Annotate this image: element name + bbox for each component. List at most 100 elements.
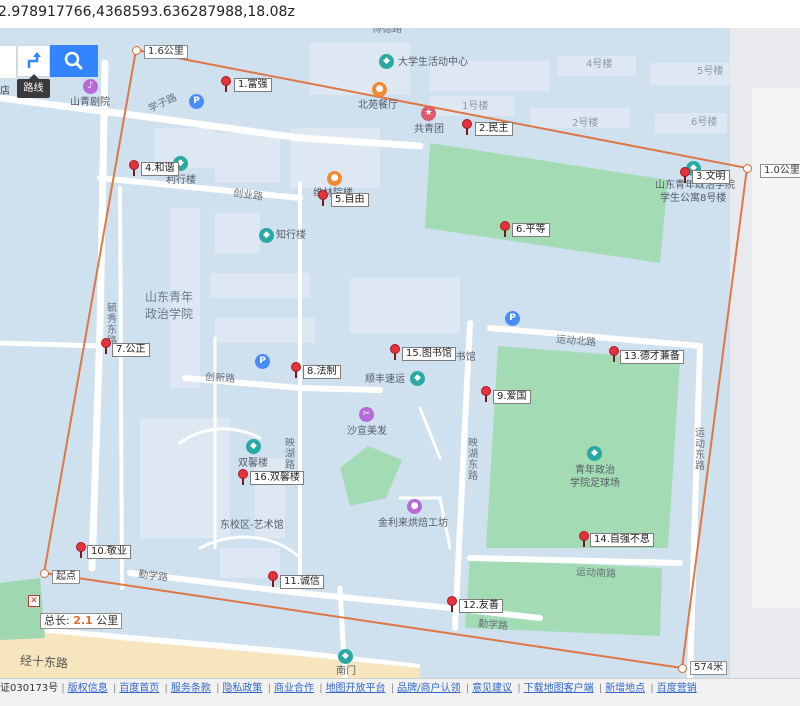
marker-label-12[interactable]: 12.友善 bbox=[459, 599, 503, 613]
stadium-label-line2: 学院足球场 bbox=[570, 478, 620, 489]
bakery-icon[interactable]: ● bbox=[407, 499, 422, 514]
green-patch-west bbox=[0, 578, 45, 640]
marker-label-5[interactable]: 5.自由 bbox=[331, 193, 369, 207]
building-label-4: 4号楼 bbox=[586, 59, 613, 70]
campus-name-line1: 山东青年 bbox=[145, 290, 194, 304]
marker-label-15[interactable]: 15.图书馆 bbox=[402, 347, 456, 361]
footer-link[interactable]: 下载地图客户端 bbox=[524, 683, 594, 694]
green-field-north bbox=[425, 143, 668, 263]
parking-icon[interactable]: P bbox=[189, 94, 204, 109]
footer-link[interactable]: 意见建议 bbox=[472, 683, 512, 694]
footer-link[interactable]: 隐私政策 bbox=[222, 683, 262, 694]
south-gate-label: 南门 bbox=[336, 666, 356, 677]
marker-label-10[interactable]: 10.敬业 bbox=[87, 545, 131, 559]
building-label-2: 2号楼 bbox=[572, 118, 599, 129]
map-canvas[interactable]: 1.6公里 1.0公里 574米 起点 1号楼 2号楼 4号楼 5号楼 6号楼 … bbox=[0, 28, 800, 678]
star-icon[interactable]: ★ bbox=[421, 106, 436, 121]
campus-name-line2: 政治学院 bbox=[145, 307, 194, 321]
start-label: 起点 bbox=[52, 570, 80, 584]
restaurant-icon[interactable]: ● bbox=[372, 82, 387, 97]
footer-license: 证030173号 bbox=[0, 683, 59, 694]
total-value: 2.1 bbox=[73, 614, 93, 627]
footer-link[interactable]: 版权信息 bbox=[68, 683, 108, 694]
building-label-1: 1号楼 bbox=[462, 101, 489, 112]
shuangxin-icon[interactable]: ◆ bbox=[246, 439, 261, 454]
route-total-length: 总长: 2.1 公里 bbox=[40, 613, 123, 629]
route-start-vertex[interactable] bbox=[40, 569, 49, 578]
marker-label-8[interactable]: 8.法制 bbox=[303, 365, 341, 379]
footer-link[interactable]: 地图开放平台 bbox=[326, 683, 386, 694]
student-center-icon[interactable]: ◆ bbox=[379, 54, 394, 69]
jingshi-road-band bbox=[0, 628, 420, 678]
road-label-yundong: 运动东路 bbox=[695, 428, 705, 472]
total-prefix: 总长: bbox=[44, 614, 70, 627]
green-patch-center bbox=[340, 446, 402, 506]
gate-icon[interactable]: ◆ bbox=[338, 649, 353, 664]
stadium-icon[interactable]: ◆ bbox=[587, 446, 602, 461]
theater-label: 山青剧院 bbox=[70, 97, 110, 108]
route-button[interactable] bbox=[17, 45, 50, 77]
route-vertex[interactable] bbox=[743, 164, 752, 173]
student-center-label: 大学生活动中心 bbox=[398, 57, 468, 68]
parking-icon[interactable]: P bbox=[505, 311, 520, 326]
route-vertex[interactable] bbox=[132, 46, 141, 55]
marker-label-11[interactable]: 11.诚信 bbox=[280, 575, 324, 589]
distance-label-2: 1.0公里 bbox=[760, 164, 800, 178]
marker-label-6[interactable]: 6.平等 bbox=[512, 223, 550, 237]
footer-link[interactable]: 百度营销 bbox=[657, 683, 697, 694]
zhixing-icon[interactable]: ◆ bbox=[259, 228, 274, 243]
route-arrow-icon bbox=[27, 52, 41, 68]
road-label-jingshi: 经十东路 bbox=[19, 653, 69, 671]
road-label-top: 博德路 bbox=[372, 28, 402, 35]
footer-link[interactable]: 品牌/商户认领 bbox=[397, 683, 460, 694]
express-icon[interactable]: ◆ bbox=[410, 371, 425, 386]
marker-label-3[interactable]: 3.文明 bbox=[692, 170, 730, 184]
footer-bar: 证030173号 | 版权信息 | 百度首页 | 服务条款 | 隐私政策 | 商业合作 |… bbox=[0, 678, 800, 706]
search-input[interactable] bbox=[0, 45, 17, 79]
address-bar[interactable]: 2.978917766,4368593.636287988,18.08z bbox=[0, 0, 800, 29]
route-vertex[interactable] bbox=[678, 664, 687, 673]
marker-label-1[interactable]: 1.富强 bbox=[234, 78, 272, 92]
parking-icon[interactable]: P bbox=[255, 354, 270, 369]
distance-label-1: 1.6公里 bbox=[144, 45, 188, 59]
road-label-yunnan: 运动南路 bbox=[575, 566, 617, 581]
salon-icon[interactable]: ✂ bbox=[359, 407, 374, 422]
road-label-chuangxin: 创新路 bbox=[204, 371, 236, 386]
marker-label-14[interactable]: 14.自强不息 bbox=[590, 533, 654, 547]
salon-label: 沙宣美发 bbox=[347, 426, 387, 437]
football-field bbox=[486, 346, 680, 548]
footer-link[interactable]: 服务条款 bbox=[171, 683, 211, 694]
gongqingtuan-label: 共青团 bbox=[414, 124, 444, 135]
beiyuan-label: 北苑餐厅 bbox=[358, 100, 398, 111]
road-label-yinghu: 映湖路 bbox=[285, 438, 295, 471]
weike-icon[interactable]: ● bbox=[327, 171, 342, 186]
marker-label-4[interactable]: 4.和谐 bbox=[141, 162, 179, 176]
theater-icon[interactable]: ♪ bbox=[83, 79, 98, 94]
footer-link[interactable]: 新增地点 bbox=[605, 683, 645, 694]
search-button[interactable] bbox=[50, 45, 98, 77]
search-icon bbox=[64, 51, 83, 70]
search-panel bbox=[0, 45, 100, 79]
marker-label-13[interactable]: 13.德才兼备 bbox=[620, 350, 684, 364]
road-label-yinghudong: 映湖东路 bbox=[468, 438, 478, 482]
bakery-label: 金利来烘焙工坊 bbox=[378, 518, 448, 529]
building-label-6: 6号楼 bbox=[691, 117, 718, 128]
route-close-icon[interactable]: ✕ bbox=[28, 595, 40, 607]
footer-link[interactable]: 商业合作 bbox=[274, 683, 314, 694]
art-label: 东校区-艺术馆 bbox=[220, 520, 284, 531]
zhixing-label: 知行楼 bbox=[276, 230, 306, 241]
total-unit: 公里 bbox=[96, 614, 119, 627]
marker-label-7[interactable]: 7.公正 bbox=[112, 343, 150, 357]
distance-label-3: 574米 bbox=[690, 661, 728, 675]
url-text[interactable]: 2.978917766,4368593.636287988,18.08z bbox=[0, 4, 295, 20]
shunfeng-label: 顺丰速运 bbox=[365, 374, 405, 385]
stadium-label-line1: 青年政治 bbox=[575, 465, 615, 476]
lixing-label: 利行楼 bbox=[166, 175, 196, 186]
road-label-qinxue-2: 勤学路 bbox=[477, 618, 509, 633]
dorm-label-line2: 学生公寓8号楼 bbox=[660, 193, 727, 204]
marker-label-9[interactable]: 9.爱国 bbox=[493, 390, 531, 404]
marker-label-2[interactable]: 2.民主 bbox=[475, 122, 513, 136]
route-tooltip: 路线 bbox=[17, 74, 50, 98]
marker-label-16[interactable]: 16.双馨楼 bbox=[250, 471, 304, 485]
footer-link[interactable]: 百度首页 bbox=[119, 683, 159, 694]
